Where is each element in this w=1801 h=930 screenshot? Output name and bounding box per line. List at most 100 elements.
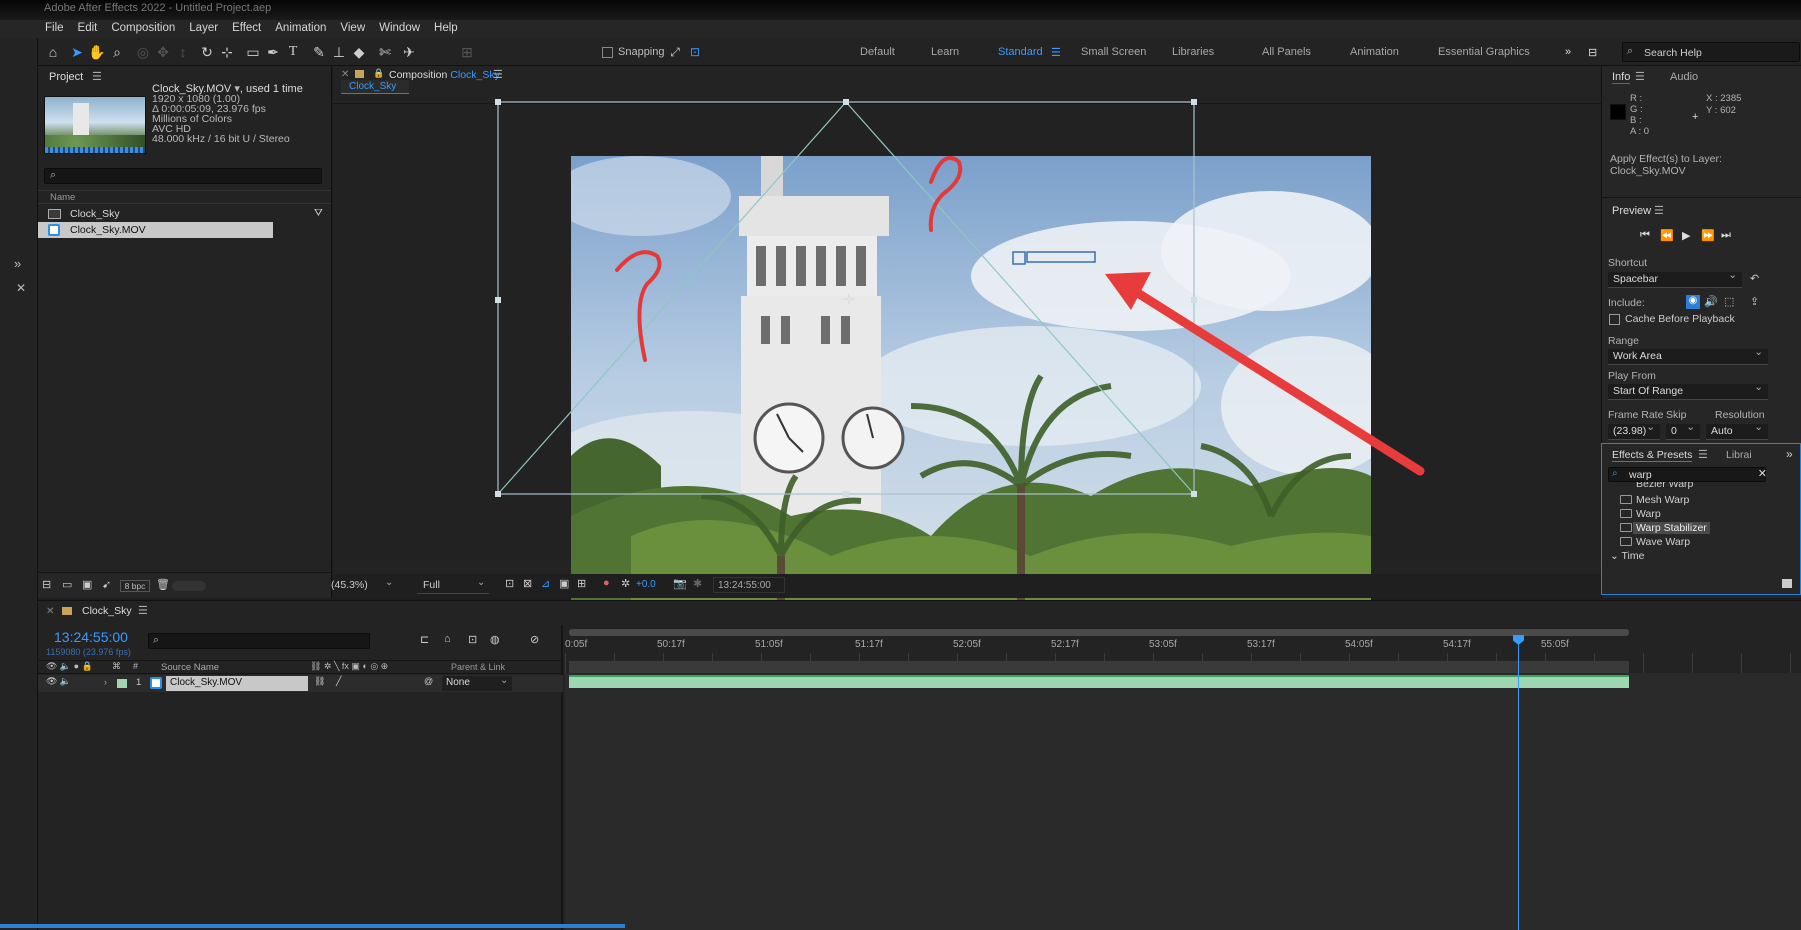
play-icon[interactable]: ▶: [1682, 229, 1690, 242]
type-tool-icon[interactable]: T: [284, 43, 302, 61]
flowchart-icon[interactable]: ⛛: [314, 207, 323, 220]
clone-tool-icon[interactable]: ⊥: [330, 43, 348, 61]
menu-view[interactable]: View: [333, 20, 372, 34]
workspace-settings-icon[interactable]: ⊟: [1588, 46, 1597, 59]
composition-flowchart-icon[interactable]: ⊏: [420, 633, 429, 646]
effects-search-input[interactable]: ⌕ warp ✕: [1608, 467, 1767, 482]
preview-title[interactable]: Preview: [1612, 205, 1651, 217]
zoom-tool-icon[interactable]: ⌕: [108, 43, 126, 61]
home-icon[interactable]: ⌂: [44, 43, 62, 61]
effect-warp[interactable]: Warp: [1620, 508, 1661, 520]
interpret-footage-icon[interactable]: ⊟: [42, 578, 51, 591]
playhead[interactable]: [1513, 635, 1524, 930]
column-name-header[interactable]: Name: [50, 192, 75, 203]
resolution-dropdown[interactable]: Auto: [1706, 421, 1768, 440]
menu-help[interactable]: Help: [427, 20, 465, 34]
workspace-learn[interactable]: Learn: [931, 46, 959, 58]
menu-animation[interactable]: Animation: [268, 20, 333, 34]
pen-tool-icon[interactable]: ✒: [264, 43, 282, 61]
workspace-animation[interactable]: Animation: [1350, 46, 1399, 58]
work-area-bar[interactable]: [569, 629, 1629, 636]
layer-duration-bar[interactable]: [569, 675, 1629, 688]
menu-window[interactable]: Window: [372, 20, 427, 34]
region-of-interest-icon[interactable]: ▣: [559, 577, 569, 590]
menu-composition[interactable]: Composition: [104, 20, 182, 34]
roto-tool-icon[interactable]: ✄: [376, 43, 394, 61]
tab-effects-presets[interactable]: Effects & Presets: [1612, 449, 1693, 462]
pan-tool-icon[interactable]: ✥: [154, 43, 172, 61]
panel-menu-icon[interactable]: ☰: [1654, 204, 1664, 217]
export-icon[interactable]: ⇪: [1750, 295, 1759, 308]
track-area[interactable]: 0:05f 50:17f 51:05f 51:17f 52:05f 52:17f…: [565, 625, 1801, 930]
include-overlays-icon[interactable]: ⬚: [1724, 295, 1734, 308]
panel-menu-icon[interactable]: ☰: [138, 604, 148, 617]
more-workspaces-icon[interactable]: »: [1565, 46, 1571, 58]
cache-checkbox[interactable]: [1609, 314, 1620, 325]
new-folder-icon[interactable]: ▭: [62, 578, 72, 591]
close-icon[interactable]: ✕: [341, 69, 349, 80]
draft-3d-icon[interactable]: ⌂: [444, 633, 451, 645]
effect-bezier-warp[interactable]: Bezier Warp: [1636, 482, 1693, 490]
lock-icon[interactable]: 🔒: [373, 68, 384, 79]
search-help-input[interactable]: ⌕ Search Help: [1622, 42, 1800, 62]
new-composition-icon[interactable]: ▣: [82, 578, 92, 591]
clear-search-icon[interactable]: ✕: [1758, 467, 1767, 480]
exposure-value[interactable]: +0.0: [636, 579, 656, 590]
tab-comp-clock-sky[interactable]: Clock_Sky: [341, 80, 409, 94]
pick-whip-icon[interactable]: @: [424, 676, 433, 686]
hand-tool-icon[interactable]: ✋: [88, 43, 106, 61]
effect-mesh-warp[interactable]: Mesh Warp: [1620, 494, 1689, 506]
channel-icon[interactable]: ●: [603, 577, 610, 589]
reset-icon[interactable]: ↶: [1750, 272, 1759, 285]
menu-edit[interactable]: Edit: [71, 20, 105, 34]
workspace-standard[interactable]: Standard: [998, 46, 1043, 58]
menu-layer[interactable]: Layer: [182, 20, 225, 34]
include-audio-icon[interactable]: 🔊: [1704, 295, 1718, 308]
category-time[interactable]: ⌄ Time: [1610, 550, 1644, 562]
effect-wave-warp[interactable]: Wave Warp: [1620, 536, 1690, 548]
render-icon[interactable]: ➹: [102, 578, 111, 591]
timeline-search-input[interactable]: ⌕: [148, 633, 370, 649]
next-frame-icon[interactable]: ⏩: [1701, 229, 1715, 242]
panel-menu-icon[interactable]: ☰: [92, 70, 102, 83]
expand-icon[interactable]: »: [14, 256, 21, 271]
snapshot-camera-icon[interactable]: 📷: [673, 577, 687, 590]
panel-menu-icon[interactable]: ☰: [1635, 70, 1645, 83]
workspace-default[interactable]: Default: [860, 46, 895, 58]
frame-rate-dropdown[interactable]: (23.98): [1608, 421, 1660, 440]
trash-icon[interactable]: 🗑: [156, 578, 170, 591]
align-icon[interactable]: ⊞: [458, 43, 476, 61]
graph-editor-icon[interactable]: ⊘: [530, 633, 539, 646]
range-dropdown[interactable]: Work Area: [1608, 346, 1768, 365]
snap-features-icon[interactable]: ⊡: [686, 43, 704, 61]
quality-switch-icon[interactable]: ╱: [336, 676, 341, 687]
transparency-grid-icon[interactable]: ⊠: [523, 577, 532, 590]
effect-warp-stabilizer[interactable]: Warp Stabilizer: [1620, 522, 1710, 534]
shy-layers-icon[interactable]: ⊡: [468, 633, 477, 646]
project-item-footage[interactable]: Clock_Sky.MOV: [38, 222, 273, 238]
guides-icon[interactable]: ⊞: [577, 577, 586, 590]
tab-audio[interactable]: Audio: [1670, 71, 1698, 83]
snap-edges-icon[interactable]: ⤢: [666, 43, 684, 61]
previous-frame-icon[interactable]: ⏪: [1660, 229, 1674, 242]
panel-menu-icon[interactable]: ☰: [493, 68, 503, 81]
layer-label-color[interactable]: [117, 679, 127, 688]
timeline-current-time[interactable]: 13:24:55:00: [54, 629, 128, 645]
visibility-icon[interactable]: 👁 🔈: [46, 676, 71, 687]
exposure-reset-icon[interactable]: ✲: [621, 577, 630, 590]
composition-viewer[interactable]: ✛: [333, 99, 1601, 606]
close-icon[interactable]: ✕: [46, 606, 54, 617]
bit-depth-button[interactable]: 8 bpc: [120, 580, 150, 592]
mask-visibility-icon[interactable]: ⊿: [541, 577, 550, 590]
source-name-header[interactable]: Source Name: [161, 662, 219, 673]
tab-info[interactable]: Info: [1612, 71, 1631, 84]
anchor-tool-icon[interactable]: ⊹: [218, 43, 236, 61]
layer-row[interactable]: 👁 🔈 › 1 Clock_Sky.MOV ⛓ ╱ @ None ⌄: [38, 675, 563, 692]
tab-libraries[interactable]: Librai: [1726, 449, 1752, 461]
rotate-tool-icon[interactable]: ↻: [198, 43, 216, 61]
snapping-checkbox[interactable]: [602, 47, 613, 58]
skip-dropdown[interactable]: 0: [1666, 421, 1700, 440]
current-time-display[interactable]: 13:24:55:00: [713, 577, 785, 593]
dolly-tool-icon[interactable]: ↕: [174, 43, 192, 61]
parent-link-header[interactable]: Parent & Link: [451, 662, 505, 672]
